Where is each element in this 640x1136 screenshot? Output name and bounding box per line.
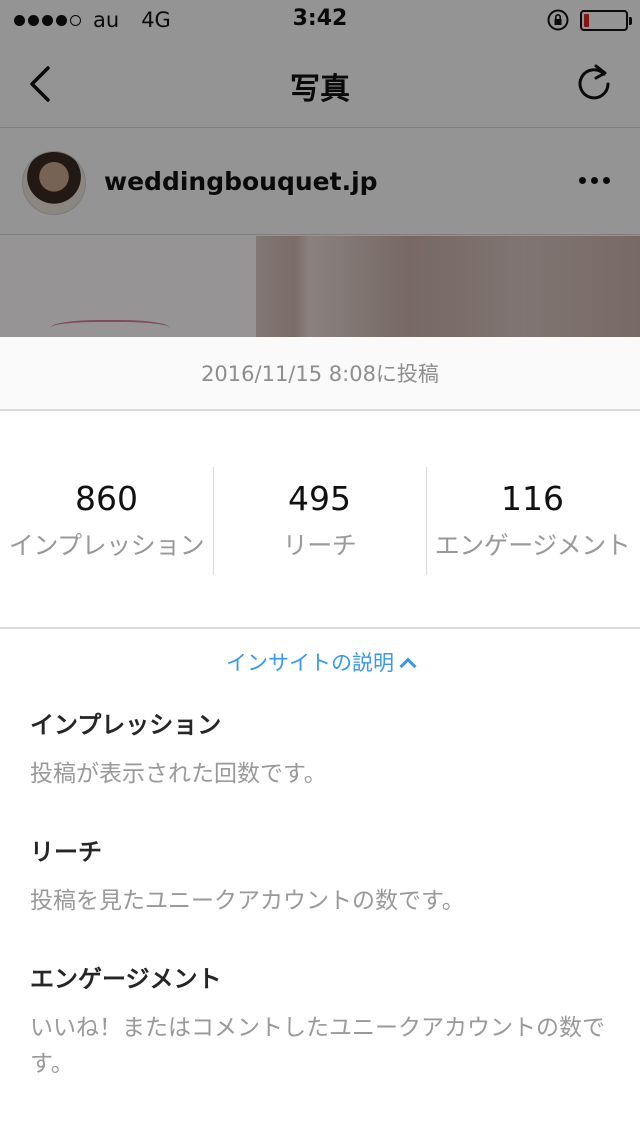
metric-label: インプレッション <box>8 531 205 560</box>
insights-explanation-toggle[interactable]: インサイトの説明 <box>0 647 640 677</box>
definition-item: エンゲージメント いいね！またはコメントしたユニークアカウントの数です。 <box>30 959 620 1082</box>
definition-item: インプレッション 投稿が表示された回数です。 <box>30 705 620 792</box>
metric-label: エンゲージメント <box>434 531 631 560</box>
insights-sheet: 2016/11/15 8:08に投稿 860 インプレッション 495 リーチ … <box>0 337 640 1136</box>
definition-description: いいね！またはコメントしたユニークアカウントの数です。 <box>30 1015 605 1077</box>
definition-term: リーチ <box>30 838 102 866</box>
definitions-list: インプレッション 投稿が表示された回数です。 リーチ 投稿を見たユニークアカウン… <box>30 705 620 1122</box>
posted-date: 2016/11/15 8:08に投稿 <box>0 337 640 411</box>
dim-overlay[interactable] <box>0 0 640 340</box>
definition-term: エンゲージメント <box>30 965 222 993</box>
toggle-label: インサイトの説明 <box>226 651 394 675</box>
definition-description: 投稿が表示された回数です。 <box>30 761 327 787</box>
metric-value: 116 <box>501 479 564 518</box>
background-photo-screen: au 4G 3:42 写真 weddingbouquet.jp <box>0 0 640 340</box>
metric-value: 495 <box>288 479 351 518</box>
definition-term: インプレッション <box>30 711 222 739</box>
definition-item: リーチ 投稿を見たユニークアカウントの数です。 <box>30 832 620 919</box>
chevron-up-icon <box>399 657 417 675</box>
metric-value: 860 <box>75 479 138 518</box>
metric-reach: 495 リーチ <box>213 465 426 575</box>
definition-description: 投稿を見たユニークアカウントの数です。 <box>30 888 465 914</box>
metrics-row: 860 インプレッション 495 リーチ 116 エンゲージメント <box>0 465 640 575</box>
metric-engagement: 116 エンゲージメント <box>426 465 639 575</box>
divider <box>0 627 640 629</box>
metric-impressions: 860 インプレッション <box>0 465 213 575</box>
metric-label: リーチ <box>282 531 357 560</box>
